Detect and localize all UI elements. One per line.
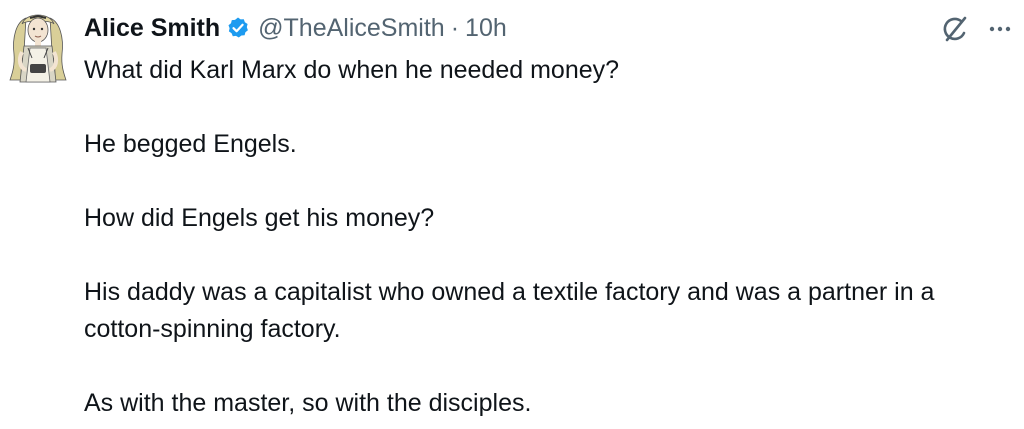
tweet[interactable]: Alice Smith @TheAliceSmith · 10h What di…	[0, 0, 1024, 429]
grok-icon[interactable]	[940, 14, 970, 44]
timestamp[interactable]: 10h	[465, 14, 507, 43]
more-options-icon[interactable]	[984, 14, 1016, 44]
tweet-paragraph: He begged Engels.	[84, 130, 297, 158]
tweet-paragraph: As with the master, so with the disciple…	[84, 389, 532, 417]
tweet-header: Alice Smith @TheAliceSmith · 10h	[84, 12, 507, 44]
tweet-paragraph: His daddy was a capitalist who owned a t…	[84, 278, 935, 343]
separator-dot: ·	[450, 13, 460, 42]
tweet-paragraph: What did Karl Marx do when he needed mon…	[84, 56, 620, 84]
tweet-text: What did Karl Marx do when he needed mon…	[84, 52, 1014, 422]
tweet-paragraph: How did Engels get his money?	[84, 204, 435, 232]
display-name[interactable]: Alice Smith	[84, 14, 220, 43]
avatar[interactable]	[8, 8, 68, 84]
user-handle[interactable]: @TheAliceSmith	[258, 14, 445, 43]
verified-badge-icon[interactable]	[226, 16, 250, 40]
